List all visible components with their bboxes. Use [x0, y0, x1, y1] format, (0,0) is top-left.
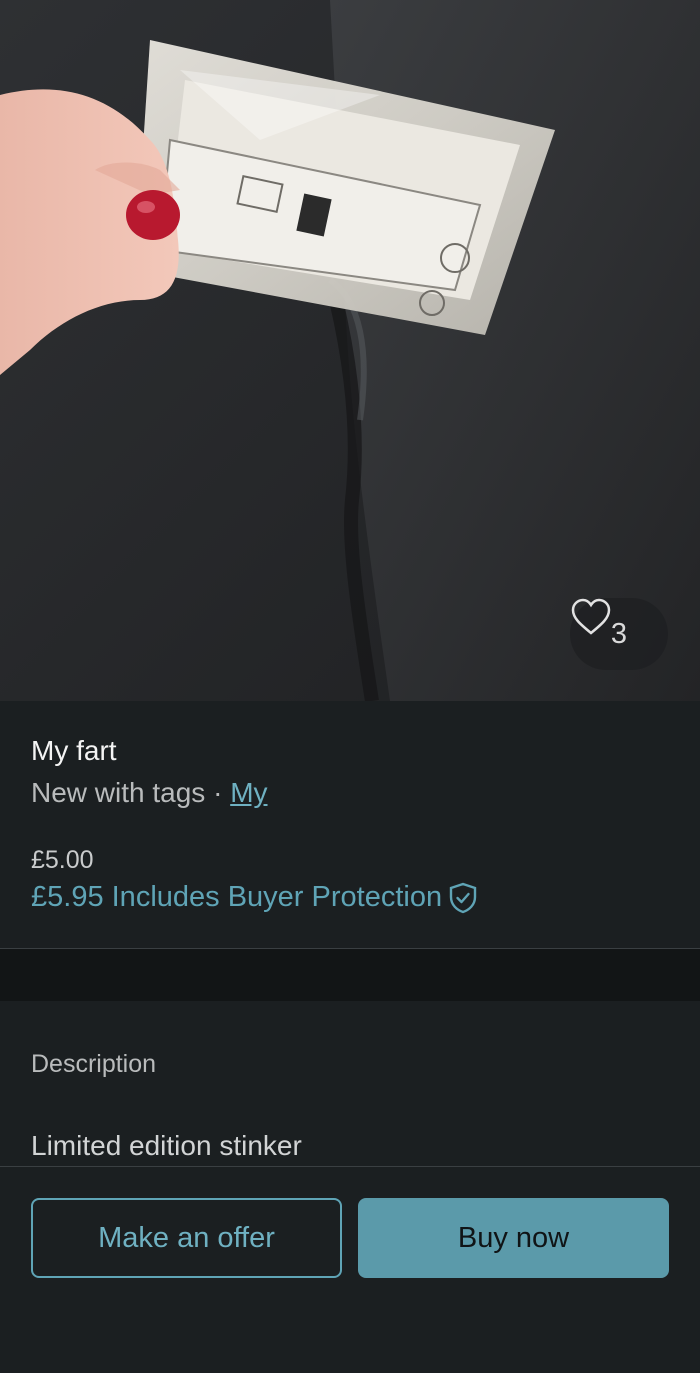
listing-photo[interactable]: 3 [0, 0, 700, 701]
subtitle-separator: · [205, 777, 231, 808]
photo-illustration [0, 0, 700, 701]
section-spacer [0, 949, 700, 1001]
heart-outline-icon [571, 598, 611, 635]
listing-subtitle: New with tags · My [31, 777, 268, 809]
favourite-button[interactable]: 3 [570, 598, 668, 670]
action-bar: Make an offer Buy now [0, 1167, 700, 1373]
shield-check-icon [449, 882, 477, 913]
listing-title: My fart [31, 735, 117, 766]
buyer-protection-text: £5.95 Includes Buyer Protection [31, 881, 443, 913]
make-offer-button[interactable]: Make an offer [31, 1198, 342, 1278]
description-label: Description [31, 1050, 157, 1078]
condition-text: New with tags [31, 777, 206, 808]
buy-now-button[interactable]: Buy now [358, 1198, 669, 1278]
description-section: Description Limited edition stinker [0, 1001, 700, 1166]
buyer-protection-price[interactable]: £5.95 Includes Buyer Protection [31, 881, 478, 914]
brand-link[interactable]: My [230, 777, 267, 808]
description-text: Limited edition stinker [31, 1130, 302, 1161]
favourite-count: 3 [610, 617, 628, 650]
price: £5.00 [31, 846, 94, 874]
listing-info: My fart New with tags · My £5.00 £5.95 I… [0, 701, 700, 948]
